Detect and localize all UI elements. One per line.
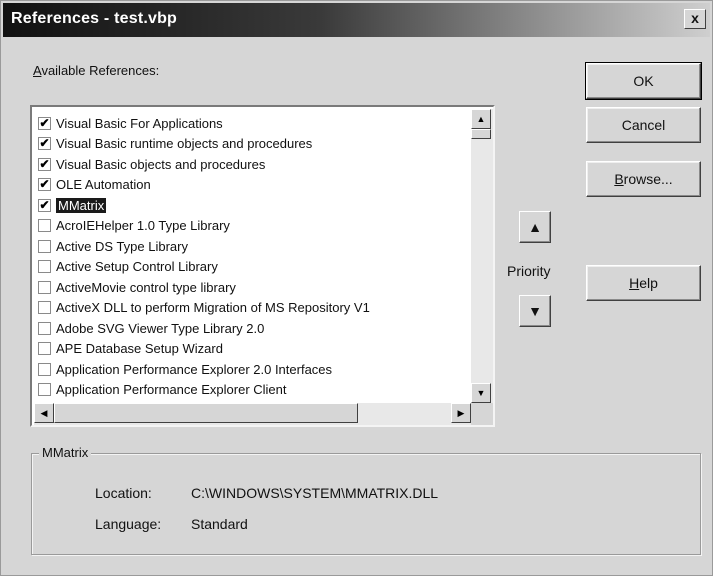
reference-checkbox[interactable]: ✔: [38, 157, 51, 171]
scroll-left-button[interactable]: ◀: [34, 403, 54, 423]
reference-label: Active Setup Control Library: [56, 259, 218, 275]
title-bar[interactable]: References - test.vbp x: [3, 3, 710, 37]
references-dialog: References - test.vbp x Available Refere…: [0, 0, 713, 576]
reference-checkbox[interactable]: ✔: [38, 137, 51, 151]
reference-checkbox[interactable]: ✔: [38, 198, 51, 212]
browse-button[interactable]: Browse...: [586, 161, 701, 197]
priority-down-button[interactable]: ▼: [519, 295, 551, 327]
reference-item[interactable]: ✔ Visual Basic objects and procedures: [34, 154, 466, 175]
reference-label: Adobe SVG Viewer Type Library 2.0: [56, 320, 265, 336]
scroll-right-button[interactable]: ▶: [451, 403, 471, 423]
help-accel: H: [629, 275, 640, 291]
references-list-items: ✔ Visual Basic For Applications ✔ Visual Ba…: [34, 113, 466, 400]
horizontal-scrollbar[interactable]: ◀ ▶: [34, 403, 471, 425]
reference-label: Active DS Type Library: [56, 238, 188, 254]
reference-checkbox[interactable]: [38, 321, 51, 335]
horizontal-scroll-thumb[interactable]: [54, 403, 358, 423]
priority-label: Priority: [507, 263, 551, 279]
reference-item[interactable]: Application Performance Explorer 2.0 Int…: [34, 359, 466, 380]
help-button[interactable]: Help: [586, 265, 701, 301]
close-button[interactable]: x: [684, 9, 706, 29]
browse-accel: B: [614, 171, 624, 187]
reference-item[interactable]: APE Database Setup Wizard: [34, 339, 466, 360]
reference-item[interactable]: Application Performance Explorer Client: [34, 380, 466, 401]
help-label: elp: [639, 275, 658, 291]
reference-item[interactable]: ✔ MMatrix: [34, 195, 466, 216]
scroll-down-button[interactable]: ▼: [471, 383, 491, 403]
reference-item[interactable]: ✔ Visual Basic runtime objects and proced…: [34, 134, 466, 155]
reference-item[interactable]: ✔ OLE Automation: [34, 175, 466, 196]
location-value: C:\WINDOWS\SYSTEM\MMATRIX.DLL: [191, 485, 439, 501]
reference-checkbox[interactable]: [38, 301, 51, 315]
reference-item[interactable]: ActiveX DLL to perform Migration of MS R…: [34, 298, 466, 319]
scroll-up-button[interactable]: ▲: [471, 109, 491, 129]
reference-item[interactable]: Active Setup Control Library: [34, 257, 466, 278]
reference-checkbox[interactable]: [38, 260, 51, 274]
reference-checkbox[interactable]: ✔: [38, 178, 51, 192]
location-label: Location:: [95, 485, 152, 501]
reference-item[interactable]: Adobe SVG Viewer Type Library 2.0: [34, 318, 466, 339]
reference-item[interactable]: Active DS Type Library: [34, 236, 466, 257]
language-label: Language:: [95, 516, 162, 532]
language-value: Standard: [191, 516, 248, 532]
reference-checkbox[interactable]: [38, 239, 51, 253]
reference-label: APE Database Setup Wizard: [56, 341, 223, 357]
reference-label: ActiveX DLL to perform Migration of MS R…: [56, 300, 370, 316]
available-references-label-text: vailable References:: [41, 63, 160, 78]
reference-label: Visual Basic For Applications: [56, 115, 223, 131]
reference-item[interactable]: AcroIEHelper 1.0 Type Library: [34, 216, 466, 237]
scrollbar-corner: [471, 403, 493, 425]
cancel-button[interactable]: Cancel: [586, 107, 701, 143]
browse-label: rowse...: [623, 171, 673, 187]
reference-checkbox[interactable]: [38, 280, 51, 294]
reference-checkbox[interactable]: [38, 342, 51, 356]
vertical-scroll-thumb[interactable]: [471, 129, 491, 139]
reference-label: Application Performance Explorer 2.0 Int…: [56, 361, 333, 377]
reference-checkbox[interactable]: [38, 219, 51, 233]
ok-button[interactable]: OK: [585, 62, 702, 100]
vertical-scrollbar[interactable]: ▲ ▼: [471, 109, 493, 403]
reference-label: AcroIEHelper 1.0 Type Library: [56, 218, 230, 234]
group-title: MMatrix: [39, 445, 92, 460]
reference-label: ActiveMovie control type library: [56, 279, 236, 295]
reference-label: Visual Basic runtime objects and procedu…: [56, 136, 313, 152]
reference-label: MMatrix: [56, 197, 107, 213]
reference-checkbox[interactable]: ✔: [38, 116, 51, 130]
priority-up-button[interactable]: ▲: [519, 211, 551, 243]
reference-item[interactable]: ✔ Visual Basic For Applications: [34, 113, 466, 134]
reference-label: OLE Automation: [56, 177, 151, 193]
reference-item[interactable]: ActiveMovie control type library: [34, 277, 466, 298]
reference-label: Application Performance Explorer Client: [56, 382, 287, 398]
references-list[interactable]: ✔ Visual Basic For Applications ✔ Visual Ba…: [30, 105, 495, 427]
window-title: References - test.vbp: [11, 10, 178, 27]
reference-label: Visual Basic objects and procedures: [56, 156, 266, 172]
reference-checkbox[interactable]: [38, 383, 51, 397]
reference-details-group: [31, 453, 701, 555]
reference-checkbox[interactable]: [38, 362, 51, 376]
available-references-label: Available References:: [33, 63, 159, 78]
